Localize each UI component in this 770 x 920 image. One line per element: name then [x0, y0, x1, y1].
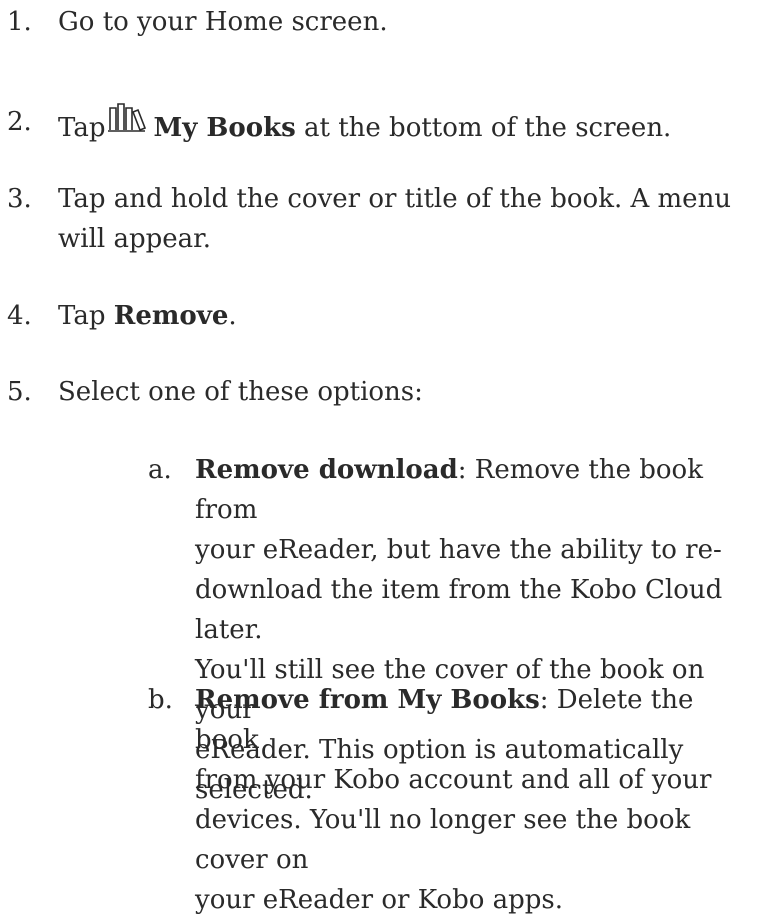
step-text: Go to your Home screen. [58, 7, 388, 37]
my-books-icon [107, 102, 147, 142]
step-text-line: will appear. [58, 224, 211, 254]
step-text-after: at the bottom of the screen. [295, 113, 672, 143]
step-number: 4. [7, 301, 32, 331]
step-number: 1. [7, 7, 32, 37]
option-line: from your Kobo account and all of your [195, 765, 712, 795]
option-title: Remove download [195, 455, 458, 485]
step-number: 5. [7, 377, 32, 407]
step-text-line: Tap and hold the cover or title of the b… [58, 184, 732, 214]
option-letter: a. [148, 455, 172, 485]
step-text-after: . [228, 301, 237, 331]
option-line: your eReader, but have the ability to re… [195, 535, 722, 565]
instructions-list: 1. Go to your Home screen. 2. Tap My Boo… [0, 0, 770, 915]
step-text: Tap and hold the cover or title of the b… [58, 179, 748, 259]
option-title: Remove from My Books [195, 685, 540, 715]
step-text-before: Tap [58, 301, 114, 331]
option-line: download the item from the Kobo Cloud la… [195, 575, 723, 645]
option-text: Remove from My Books: Delete the book fr… [195, 680, 765, 920]
option-letter: b. [148, 685, 173, 715]
step-text: Tap My Books at the bottom of the screen… [58, 102, 748, 148]
step-text: Tap Remove. [58, 296, 748, 336]
step-text: Select one of these options: [58, 377, 423, 407]
step-number: 3. [7, 184, 32, 214]
option-line: your eReader or Kobo apps. [195, 885, 564, 915]
step-text-before: Tap [58, 113, 106, 143]
option-line: devices. You'll no longer see the book c… [195, 805, 691, 875]
my-books-label: My Books [153, 113, 296, 143]
remove-label: Remove [113, 301, 229, 331]
step-number: 2. [7, 107, 32, 137]
